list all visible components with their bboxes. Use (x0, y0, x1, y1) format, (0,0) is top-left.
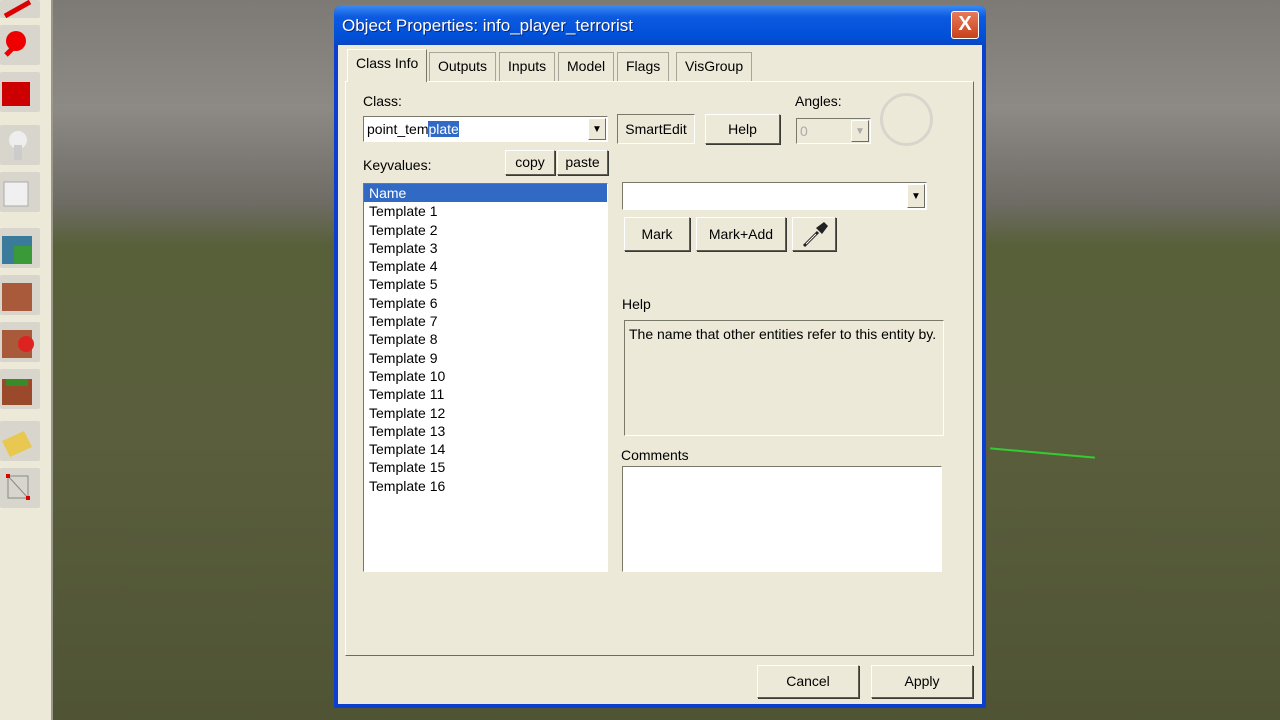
title-bar[interactable]: Object Properties: info_player_terrorist… (334, 5, 986, 45)
tool-texture-icon[interactable] (0, 228, 40, 268)
keyvalue-item[interactable]: Template 16 (364, 477, 607, 495)
angles-value: 0 (800, 123, 808, 139)
value-combo[interactable]: ▼ (622, 182, 927, 210)
tool-apply-texture-icon[interactable] (0, 275, 40, 315)
mark-button[interactable]: Mark (624, 217, 690, 251)
cancel-button[interactable]: Cancel (757, 665, 859, 698)
tool-decal-apply-icon[interactable] (0, 322, 40, 362)
help-button[interactable]: Help (705, 114, 780, 144)
tool-group-icon[interactable] (0, 72, 40, 112)
comments-textarea[interactable] (622, 466, 942, 572)
close-icon[interactable]: X (951, 11, 979, 39)
dialog-title: Object Properties: info_player_terrorist (342, 16, 634, 35)
keyvalue-item[interactable]: Template 1 (364, 202, 607, 220)
comments-label: Comments (621, 447, 689, 463)
keyvalue-item[interactable]: Template 2 (364, 221, 607, 239)
keyvalues-list[interactable]: Name Template 1 Template 2 Template 3 Templa… (363, 183, 608, 572)
keyvalue-item[interactable]: Template 12 (364, 404, 607, 422)
keyvalue-item[interactable]: Template 15 (364, 458, 607, 476)
class-text-selected: plate (428, 121, 459, 137)
smartedit-button[interactable]: SmartEdit (617, 114, 695, 144)
tool-block-icon[interactable] (0, 172, 40, 212)
tab-inputs[interactable]: Inputs (499, 52, 556, 81)
chevron-down-icon[interactable]: ▼ (851, 120, 869, 142)
angles-combo[interactable]: 0 ▼ (796, 118, 871, 144)
keyvalue-item[interactable]: Template 8 (364, 330, 607, 348)
class-text: point_tem (367, 121, 429, 137)
class-combo[interactable]: point_template ▼ (363, 116, 608, 142)
keyvalue-item[interactable]: Template 6 (364, 294, 607, 312)
tool-overlay-icon[interactable] (0, 369, 40, 409)
tab-visgroup[interactable]: VisGroup (676, 52, 753, 81)
keyvalues-label: Keyvalues: (363, 157, 432, 173)
mark-add-button[interactable]: Mark+Add (696, 217, 786, 251)
keyvalue-item[interactable]: Template 3 (364, 239, 607, 257)
keyvalue-item[interactable]: Template 4 (364, 257, 607, 275)
tool-decal-icon[interactable] (0, 125, 40, 165)
help-label: Help (622, 296, 651, 312)
angles-label: Angles: (795, 93, 842, 109)
keyvalue-item[interactable]: Template 5 (364, 275, 607, 293)
tool-camera-icon[interactable] (0, 0, 40, 19)
angle-dial[interactable] (880, 93, 933, 146)
help-text: The name that other entities refer to th… (624, 320, 944, 436)
keyvalue-item[interactable]: Template 10 (364, 367, 607, 385)
tab-outputs[interactable]: Outputs (429, 52, 497, 81)
tool-entity-icon[interactable] (0, 25, 40, 65)
chevron-down-icon[interactable]: ▼ (907, 184, 925, 208)
class-input[interactable]: point_template (367, 121, 459, 137)
apply-button[interactable]: Apply (871, 665, 973, 698)
eyedropper-icon (802, 222, 828, 248)
tool-clip-icon[interactable] (0, 421, 40, 461)
eyedropper-button[interactable] (792, 217, 836, 251)
keyvalue-item[interactable]: Template 9 (364, 349, 607, 367)
class-label: Class: (363, 93, 402, 109)
tab-model[interactable]: Model (558, 52, 615, 81)
keyvalue-item[interactable]: Template 14 (364, 440, 607, 458)
tab-flags[interactable]: Flags (617, 52, 670, 81)
axis-line (990, 447, 1095, 459)
tool-vertex-icon[interactable] (0, 468, 40, 508)
keyvalue-item[interactable]: Name (364, 184, 607, 203)
copy-button[interactable]: copy (505, 150, 555, 175)
tool-palette (0, 0, 53, 720)
keyvalue-item[interactable]: Template 13 (364, 422, 607, 440)
tab-class-info[interactable]: Class Info (347, 49, 428, 82)
keyvalue-item[interactable]: Template 7 (364, 312, 607, 330)
chevron-down-icon[interactable]: ▼ (588, 118, 606, 140)
paste-button[interactable]: paste (557, 150, 608, 175)
keyvalue-item[interactable]: Template 11 (364, 385, 607, 403)
